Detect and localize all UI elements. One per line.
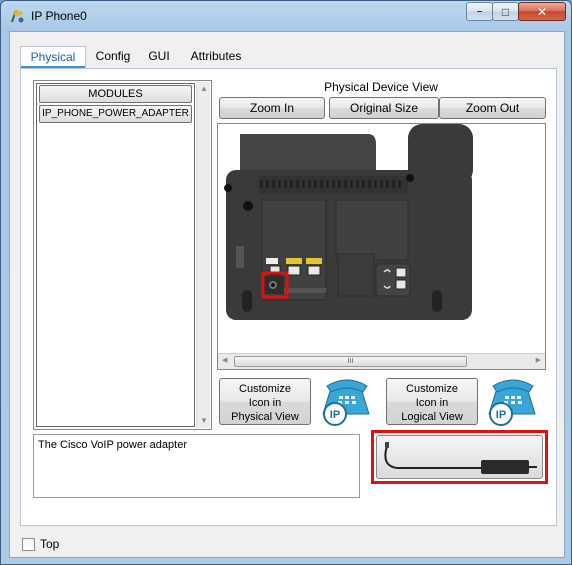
original-size-button[interactable]: Original Size [329, 97, 439, 119]
physical-tab-panel: MODULES IP_PHONE_POWER_ADAPTER ▲ ▼ Physi… [20, 68, 557, 526]
minimize-button[interactable]: – [466, 2, 493, 21]
customize-physical-line2: Icon in [248, 397, 282, 409]
tab-attributes-label: Attributes [190, 49, 242, 63]
device-view-hscrollbar[interactable]: ◀ III ▶ [218, 353, 545, 369]
tab-config[interactable]: Config [90, 46, 136, 68]
tab-gui[interactable]: GUI [142, 46, 176, 68]
customize-logical-line3: Logical View [401, 411, 463, 423]
window-title: IP Phone0 [31, 9, 87, 23]
power-adapter-image[interactable] [376, 435, 543, 479]
scroll-right-icon[interactable]: ▶ [536, 356, 541, 364]
customize-logical-icon-button[interactable]: Customize Icon in Logical View [386, 378, 478, 425]
maximize-button[interactable]: □ [492, 2, 519, 21]
tab-config-label: Config [95, 49, 131, 63]
modules-scrollbar[interactable]: ▲ ▼ [196, 82, 210, 428]
tab-attributes[interactable]: Attributes [184, 46, 248, 68]
customize-logical-line2: Icon in [415, 397, 449, 409]
ip-phone-window: IP Phone0 – □ ✕ Physical Config GUI Attr… [0, 0, 572, 565]
zoom-out-button[interactable]: Zoom Out [439, 97, 546, 119]
ip-phone-logical-icon: IP [488, 379, 536, 426]
customize-physical-line3: Physical View [231, 411, 299, 423]
customize-logical-line1: Customize [406, 383, 458, 395]
hscroll-thumb-grip: III [347, 358, 354, 365]
tab-gui-label: GUI [148, 49, 170, 63]
minimize-icon: – [476, 6, 483, 17]
module-item-ip-phone-power-adapter[interactable]: IP_PHONE_POWER_ADAPTER [39, 105, 192, 123]
zoom-in-button[interactable]: Zoom In [219, 97, 325, 119]
top-checkbox-label: Top [40, 537, 60, 551]
modules-list-inner: MODULES IP_PHONE_POWER_ADAPTER [36, 83, 195, 427]
ip-phone-icon: IP [322, 379, 370, 426]
svg-text:IP: IP [330, 409, 340, 421]
window-client-area: Physical Config GUI Attributes MODULES I… [9, 31, 565, 558]
device-view-canvas[interactable]: ◀ III ▶ [217, 123, 546, 370]
customize-physical-icon-button[interactable]: Customize Icon in Physical View [219, 378, 311, 425]
hscroll-thumb[interactable]: III [234, 356, 467, 367]
close-button[interactable]: ✕ [518, 2, 566, 21]
ip-phone-rear-image [224, 124, 473, 320]
customize-physical-line1: Customize [239, 383, 291, 395]
power-adapter-icon [384, 442, 537, 474]
module-description: The Cisco VoIP power adapter [33, 434, 360, 498]
physical-device-view-title: Physical Device View [324, 80, 438, 94]
top-checkbox[interactable] [22, 538, 35, 551]
close-icon: ✕ [536, 4, 548, 19]
scroll-down-icon[interactable]: ▼ [197, 414, 211, 428]
tab-physical[interactable]: Physical [20, 46, 86, 69]
modules-header[interactable]: MODULES [39, 85, 192, 103]
scroll-up-icon[interactable]: ▲ [197, 82, 211, 96]
packet-tracer-app-icon [11, 10, 24, 23]
tab-physical-label: Physical [30, 50, 76, 64]
modules-list: MODULES IP_PHONE_POWER_ADAPTER ▲ ▼ [33, 80, 212, 430]
scroll-left-icon[interactable]: ◀ [222, 356, 227, 364]
svg-text:IP: IP [496, 409, 506, 421]
maximize-icon: □ [501, 4, 510, 19]
title-bar[interactable]: IP Phone0 – □ ✕ [1, 1, 571, 31]
